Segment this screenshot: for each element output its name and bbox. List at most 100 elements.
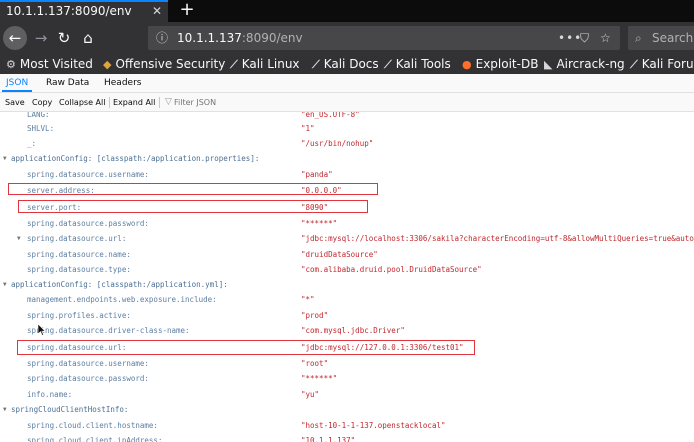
json-value: "en_US.UTF-8" <box>301 112 360 119</box>
json-tree: LANG: "en_US.UTF-8" SHLVL: "1" _: "/usr/… <box>0 112 694 442</box>
json-row[interactable]: management.endpoints.web.exposure.includ… <box>0 293 694 307</box>
json-key: spring.datasource.username: <box>27 359 149 368</box>
json-row[interactable]: spring.datasource.driver-class-name: "co… <box>0 324 694 338</box>
json-section-row[interactable]: ▼ applicationConfig: [classpath:/applica… <box>0 152 694 166</box>
bookmark-kali-forums[interactable]: ⟋ Kali Foru <box>630 55 694 74</box>
json-row[interactable]: spring.datasource.username: "panda" <box>0 168 694 182</box>
bookmark-label: Exploit-DB <box>475 57 539 71</box>
info-icon[interactable]: ⓘ <box>156 26 168 50</box>
json-key: spring.datasource.name: <box>27 250 131 259</box>
browser-tab[interactable]: 10.1.1.137:8090/env ✕ <box>0 0 168 22</box>
url-bar[interactable]: ⓘ 10.1.1.137:8090/env ••• ⛉ ☆ <box>148 26 620 50</box>
bookmark-label: Most Visited <box>19 57 93 71</box>
json-row[interactable]: spring.profiles.active: "prod" <box>0 309 694 323</box>
bookmark-offensive-security[interactable]: ◆ Offensive Security <box>103 55 225 74</box>
copy-button[interactable]: Copy <box>32 93 52 112</box>
expand-arrow-icon[interactable]: ▼ <box>17 232 21 246</box>
bookmark-exploit-db[interactable]: ● Exploit-DB <box>462 55 538 74</box>
highlight-box-server-port <box>18 200 368 213</box>
json-key: spring.datasource.type: <box>27 265 131 274</box>
json-key: spring.datasource.url: <box>27 234 127 243</box>
json-row[interactable]: SHLVL: "1" <box>0 122 694 136</box>
json-row[interactable]: spring.datasource.password: "******" <box>0 217 694 231</box>
json-key: applicationConfig: [classpath:/applicati… <box>11 280 228 289</box>
json-key: spring.datasource.username: <box>27 170 149 179</box>
expand-arrow-icon[interactable]: ▼ <box>3 152 7 166</box>
tab-raw-data[interactable]: Raw Data <box>42 74 93 92</box>
json-value: "panda" <box>301 170 333 179</box>
reload-icon[interactable]: ↻ <box>53 27 75 49</box>
json-section-row[interactable]: ▼ springCloudClientHostInfo: <box>0 403 694 417</box>
save-button[interactable]: Save <box>5 93 25 112</box>
json-key: spring.datasource.password: <box>27 374 149 383</box>
filter-icon: ▽ <box>165 97 172 107</box>
json-row[interactable]: spring.datasource.password: "******" <box>0 372 694 386</box>
json-viewer-tabs: JSON Raw Data Headers <box>0 74 694 93</box>
home-icon[interactable]: ⌂ <box>77 27 99 49</box>
bookmark-kali-docs[interactable]: ⟋ Kali Docs <box>312 55 379 74</box>
expand-arrow-icon[interactable]: ▼ <box>3 403 7 417</box>
mouse-cursor-icon <box>38 324 46 336</box>
json-key: spring.datasource.password: <box>27 219 149 228</box>
search-placeholder: Search <box>652 31 694 45</box>
expand-arrow-icon[interactable]: ▼ <box>3 278 7 292</box>
json-row[interactable]: spring.cloud.client.ipAddress: "10.1.1.1… <box>0 434 694 442</box>
json-value: "1" <box>301 124 315 133</box>
kali-icon: ⟋ <box>630 58 638 71</box>
collapse-all-button[interactable]: Collapse All <box>59 93 105 112</box>
json-value: "******" <box>301 219 338 228</box>
new-tab-button[interactable]: + <box>176 0 198 22</box>
json-row[interactable]: _: "/usr/bin/nohup" <box>0 137 694 151</box>
bookmark-label: Kali Tools <box>395 57 451 71</box>
bookmark-label: Kali Foru <box>641 57 694 71</box>
json-value: "root" <box>301 359 329 368</box>
json-key: spring.cloud.client.ipAddress: <box>27 436 163 442</box>
url-text[interactable]: 10.1.1.137:8090/env <box>177 26 303 50</box>
json-value: "jdbc:mysql://localhost:3306/sakila?char… <box>301 234 694 243</box>
close-tab-icon[interactable]: ✕ <box>152 0 162 22</box>
json-row[interactable]: LANG: "en_US.UTF-8" <box>0 112 694 122</box>
json-key: info.name: <box>27 390 73 399</box>
json-value: "yu" <box>301 390 320 399</box>
json-value: "host-10-1-1-137.openstacklocal" <box>301 421 446 430</box>
back-arrow-icon[interactable]: ← <box>3 26 27 50</box>
json-value: "10.1.1.137" <box>301 436 356 442</box>
json-value: "druidDataSource" <box>301 250 378 259</box>
json-row[interactable]: spring.datasource.name: "druidDataSource… <box>0 248 694 262</box>
bookmark-label: Kali Linux <box>241 57 300 71</box>
json-row[interactable]: ▼ spring.datasource.url: "jdbc:mysql://l… <box>0 232 694 246</box>
json-value: "/usr/bin/nohup" <box>301 139 374 148</box>
exploit-db-icon: ● <box>462 58 472 71</box>
json-section-row[interactable]: ▼ applicationConfig: [classpath:/applica… <box>0 278 694 292</box>
json-row[interactable]: spring.datasource.type: "com.alibaba.dru… <box>0 263 694 277</box>
json-row[interactable]: spring.datasource.username: "root" <box>0 357 694 371</box>
bookmark-most-visited[interactable]: ⚙ Most Visited <box>6 55 93 74</box>
filter-json-input[interactable] <box>174 95 294 109</box>
json-row[interactable]: spring.cloud.client.hostname: "host-10-1… <box>0 419 694 433</box>
json-key: LANG: <box>27 112 50 119</box>
json-key: _: <box>27 139 37 148</box>
more-dots-icon[interactable]: ••• <box>558 26 582 50</box>
aircrack-icon: ◣ <box>544 58 553 71</box>
bookmark-kali-linux[interactable]: ⟋ Kali Linux <box>230 55 300 74</box>
kali-icon: ⟋ <box>230 58 238 71</box>
highlight-box-datasource-url <box>17 340 475 355</box>
offsec-icon: ◆ <box>103 58 112 71</box>
json-key: springCloudClientHostInfo: <box>11 405 129 414</box>
star-icon[interactable]: ☆ <box>600 26 611 50</box>
bookmark-label: Aircrack-ng <box>556 57 625 71</box>
bookmark-label: Offensive Security <box>115 57 226 71</box>
bookmark-aircrack-ng[interactable]: ◣ Aircrack-ng <box>544 55 625 74</box>
pocket-icon[interactable]: ⛉ <box>580 26 589 50</box>
json-value: "*" <box>301 295 315 304</box>
tab-bar: 10.1.1.137:8090/env ✕ + <box>0 0 694 22</box>
forward-arrow-icon[interactable]: → <box>30 27 52 49</box>
tab-headers[interactable]: Headers <box>100 74 145 92</box>
expand-all-button[interactable]: Expand All <box>113 93 155 112</box>
bookmark-kali-tools[interactable]: ⟋ Kali Tools <box>384 55 451 74</box>
tab-json[interactable]: JSON <box>2 74 33 92</box>
url-path: :8090/env <box>241 31 303 45</box>
json-row[interactable]: info.name: "yu" <box>0 388 694 402</box>
json-key: SHLVL: <box>27 124 55 133</box>
search-bar[interactable]: ⌕ Search <box>628 26 694 50</box>
